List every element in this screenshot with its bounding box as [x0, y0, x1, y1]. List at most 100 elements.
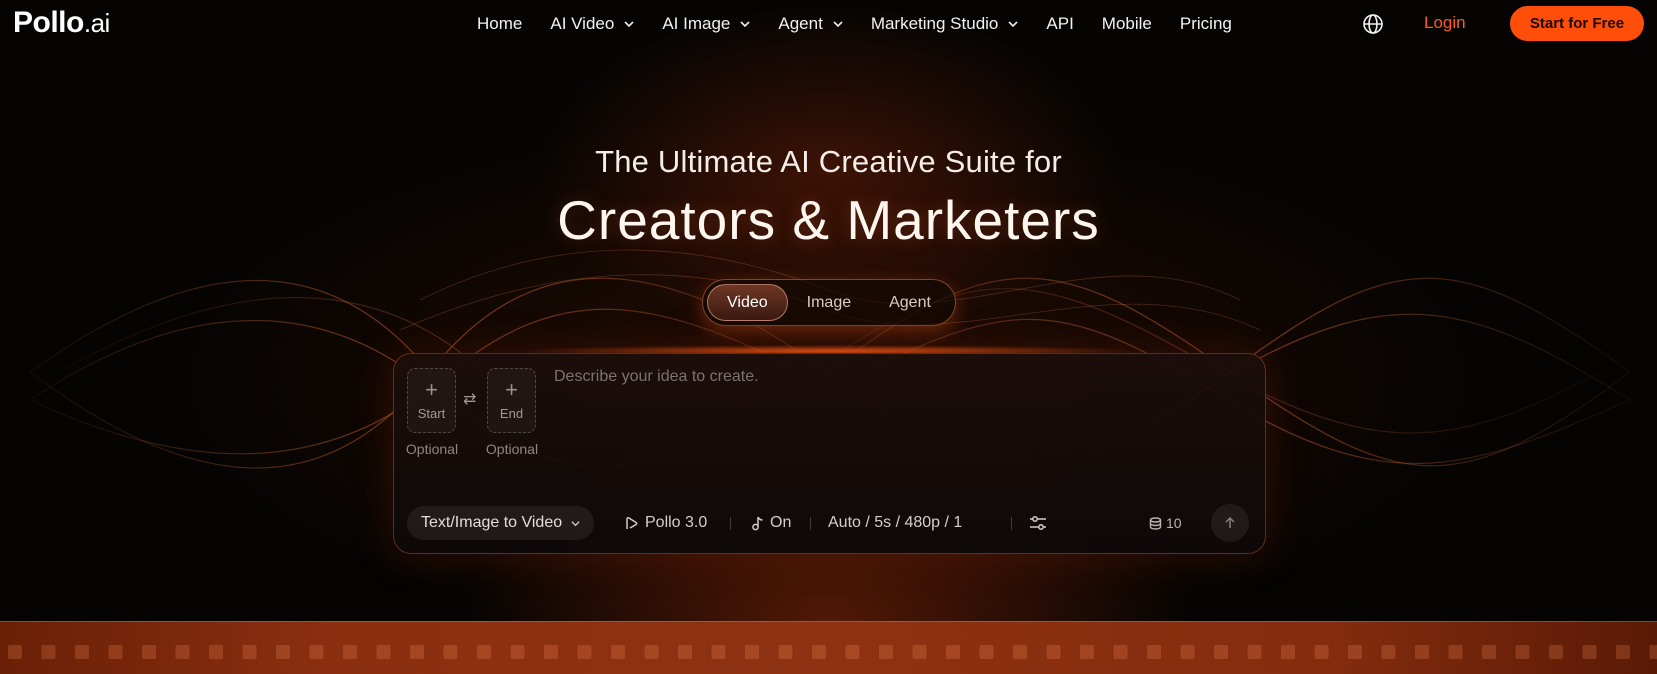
perforation	[778, 645, 793, 659]
perforation	[1180, 645, 1195, 659]
generation-mode-select[interactable]: Text/Image to Video	[407, 506, 595, 540]
credits-value: 10	[1166, 515, 1182, 531]
send-button[interactable]	[1211, 504, 1249, 542]
nav-item-label: Agent	[778, 14, 823, 33]
chevron-down-icon	[571, 520, 580, 526]
perforation	[8, 645, 22, 659]
end-frame-label: End	[499, 406, 524, 421]
perforation	[1046, 645, 1061, 659]
model-value: Pollo 3.0	[645, 514, 708, 531]
perforation	[611, 645, 625, 659]
nav-item-label: API	[1046, 14, 1074, 33]
sliders-icon	[1030, 516, 1046, 530]
nav-item-label: AI Video	[550, 14, 615, 33]
perforation	[1348, 645, 1362, 659]
perforation	[1247, 645, 1262, 659]
perforation	[209, 645, 223, 659]
chevron-down-icon	[1008, 21, 1018, 28]
perforation	[443, 645, 458, 659]
model-select[interactable]: Pollo 3.0	[624, 506, 707, 540]
perforation	[75, 645, 89, 659]
swap-arrows-icon[interactable]: ⇄	[463, 389, 476, 409]
perforation	[1582, 645, 1597, 659]
toolbar-divider	[730, 517, 731, 530]
perforation	[1649, 645, 1657, 659]
film-strip-decoration	[0, 621, 1657, 674]
perforation	[108, 645, 123, 659]
generation-mode-value: Text/Image to Video	[421, 514, 563, 531]
prompt-input[interactable]	[554, 368, 1244, 468]
nav-item-home[interactable]: Home	[477, 14, 522, 34]
perforation	[142, 645, 156, 659]
hero-subtitle: The Ultimate AI Creative Suite for	[595, 144, 1062, 179]
perforation	[343, 645, 357, 659]
toolbar-divider	[1011, 517, 1012, 530]
perforation	[1013, 645, 1027, 659]
toolbar-divider	[810, 517, 811, 530]
perforation	[812, 645, 826, 659]
perforation	[644, 645, 659, 659]
nav-item-label: AI Image	[662, 14, 731, 33]
perforation	[410, 645, 424, 659]
perforation	[544, 645, 558, 659]
perforation	[1214, 645, 1228, 659]
chevron-down-icon	[624, 21, 634, 28]
start-frame-upload[interactable]: + Start	[407, 368, 456, 433]
perforation	[1314, 645, 1329, 659]
perforation	[745, 645, 759, 659]
perforation	[1616, 645, 1630, 659]
perforation	[912, 645, 927, 659]
model-logo-icon	[626, 516, 638, 529]
prompt-composer: + Start Optional ⇄ + End Optional Text/I…	[393, 353, 1266, 554]
sound-toggle[interactable]: On	[750, 506, 791, 540]
hero-title: Creators & Marketers	[557, 189, 1100, 251]
nav-item-marketing-studio[interactable]: Marketing Studio	[871, 14, 1019, 34]
nav-links: Home AI Video AI Image Agent Marketing S…	[477, 0, 1260, 48]
nav-item-mobile[interactable]: Mobile	[1102, 14, 1152, 34]
nav-item-pricing[interactable]: Pricing	[1180, 14, 1232, 34]
brand-logo[interactable]: Pollo.ai	[13, 6, 110, 40]
perforation	[1482, 645, 1496, 659]
globe-icon[interactable]	[1362, 13, 1384, 35]
perforation	[577, 645, 592, 659]
composer-toolbar: Text/Image to Video Pollo 3.0 On Auto /	[407, 504, 1257, 542]
perforation	[276, 645, 290, 659]
brand-suffix: .ai	[83, 8, 110, 38]
tab-image[interactable]: Image	[788, 284, 870, 321]
top-navigation: Pollo.ai Home AI Video AI Image Agent Ma…	[0, 0, 1657, 48]
perforation	[879, 645, 893, 659]
tab-agent[interactable]: Agent	[870, 284, 950, 321]
nav-item-ai-image[interactable]: AI Image	[662, 14, 750, 34]
chevron-down-icon	[833, 21, 843, 28]
film-perforations	[8, 645, 1657, 659]
advanced-settings-button[interactable]	[1029, 506, 1053, 540]
end-frame-note: Optional	[485, 441, 539, 457]
start-for-free-button[interactable]: Start for Free	[1510, 6, 1644, 41]
perforation	[1549, 645, 1563, 659]
perforation	[1381, 645, 1396, 659]
nav-item-agent[interactable]: Agent	[778, 14, 843, 34]
end-frame-upload[interactable]: + End	[487, 368, 536, 433]
perforation	[946, 645, 960, 659]
output-settings[interactable]: Auto / 5s / 480p / 1	[828, 506, 962, 540]
plus-icon: +	[505, 377, 518, 402]
perforation	[175, 645, 190, 659]
sound-value: On	[770, 514, 792, 531]
perforation	[1080, 645, 1094, 659]
perforation	[1415, 645, 1429, 659]
nav-item-label: Marketing Studio	[870, 14, 999, 33]
perforation	[510, 645, 525, 659]
perforation	[845, 645, 860, 659]
plus-icon: +	[425, 377, 438, 402]
strip-edge	[0, 621, 1657, 622]
page: Pollo.ai Home AI Video AI Image Agent Ma…	[0, 0, 1657, 674]
nav-item-api[interactable]: API	[1046, 14, 1073, 34]
output-settings-value: Auto / 5s / 480p / 1	[828, 514, 963, 531]
tab-video[interactable]: Video	[707, 284, 788, 321]
start-frame-label: Start	[417, 406, 446, 421]
perforation	[678, 645, 692, 659]
login-link[interactable]: Login	[1424, 13, 1466, 33]
nav-item-ai-video[interactable]: AI Video	[550, 14, 634, 34]
brand-name: Pollo	[13, 6, 84, 39]
nav-item-label: Pricing	[1179, 14, 1232, 33]
